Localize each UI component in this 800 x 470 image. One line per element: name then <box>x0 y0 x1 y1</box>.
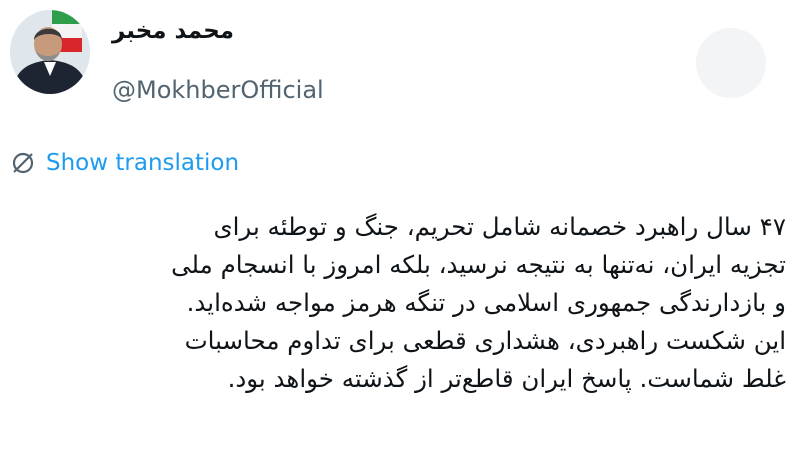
tweet-line: ۴۷ سال راهبرد خصمانه شامل تحریم، جنگ و ت… <box>213 212 786 241</box>
avatar-photo <box>10 10 90 94</box>
show-translation-link[interactable]: Show translation <box>10 150 239 176</box>
tweet-line: غلط شماست. پاسخ ایران قاطع‌تر از گذشته خ… <box>227 364 786 393</box>
globe-icon <box>12 152 34 174</box>
author-display-name[interactable]: محمد مخبر <box>112 18 234 44</box>
tweet-line: و بازدارندگی جمهوری اسلامی در تنگه هرمز … <box>186 288 786 317</box>
tweet-text: ۴۷ سال راهبرد خصمانه شامل تحریم، جنگ و ت… <box>86 208 786 398</box>
tweet-line: تجزیه ایران، نه‌تنها به نتیجه نرسید، بلک… <box>171 250 786 279</box>
show-translation-label: Show translation <box>46 150 240 176</box>
tweet-line: این شکست راهبردی، هشداری قطعی برای تداوم… <box>184 326 786 355</box>
author-handle[interactable]: @MokhberOfficial <box>112 76 324 104</box>
more-options-button[interactable] <box>696 28 766 98</box>
avatar[interactable] <box>10 10 90 94</box>
